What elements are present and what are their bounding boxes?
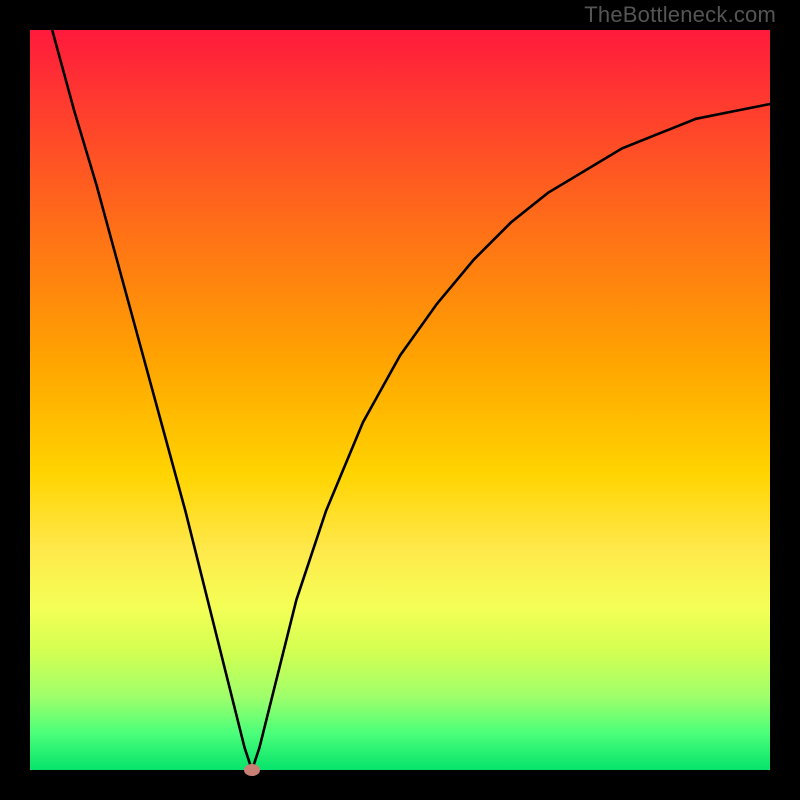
chart-plot-area — [30, 30, 770, 770]
watermark-text: TheBottleneck.com — [584, 2, 776, 28]
minimum-marker-dot — [244, 764, 260, 776]
bottleneck-curve — [30, 30, 770, 770]
curve-line — [30, 0, 770, 770]
